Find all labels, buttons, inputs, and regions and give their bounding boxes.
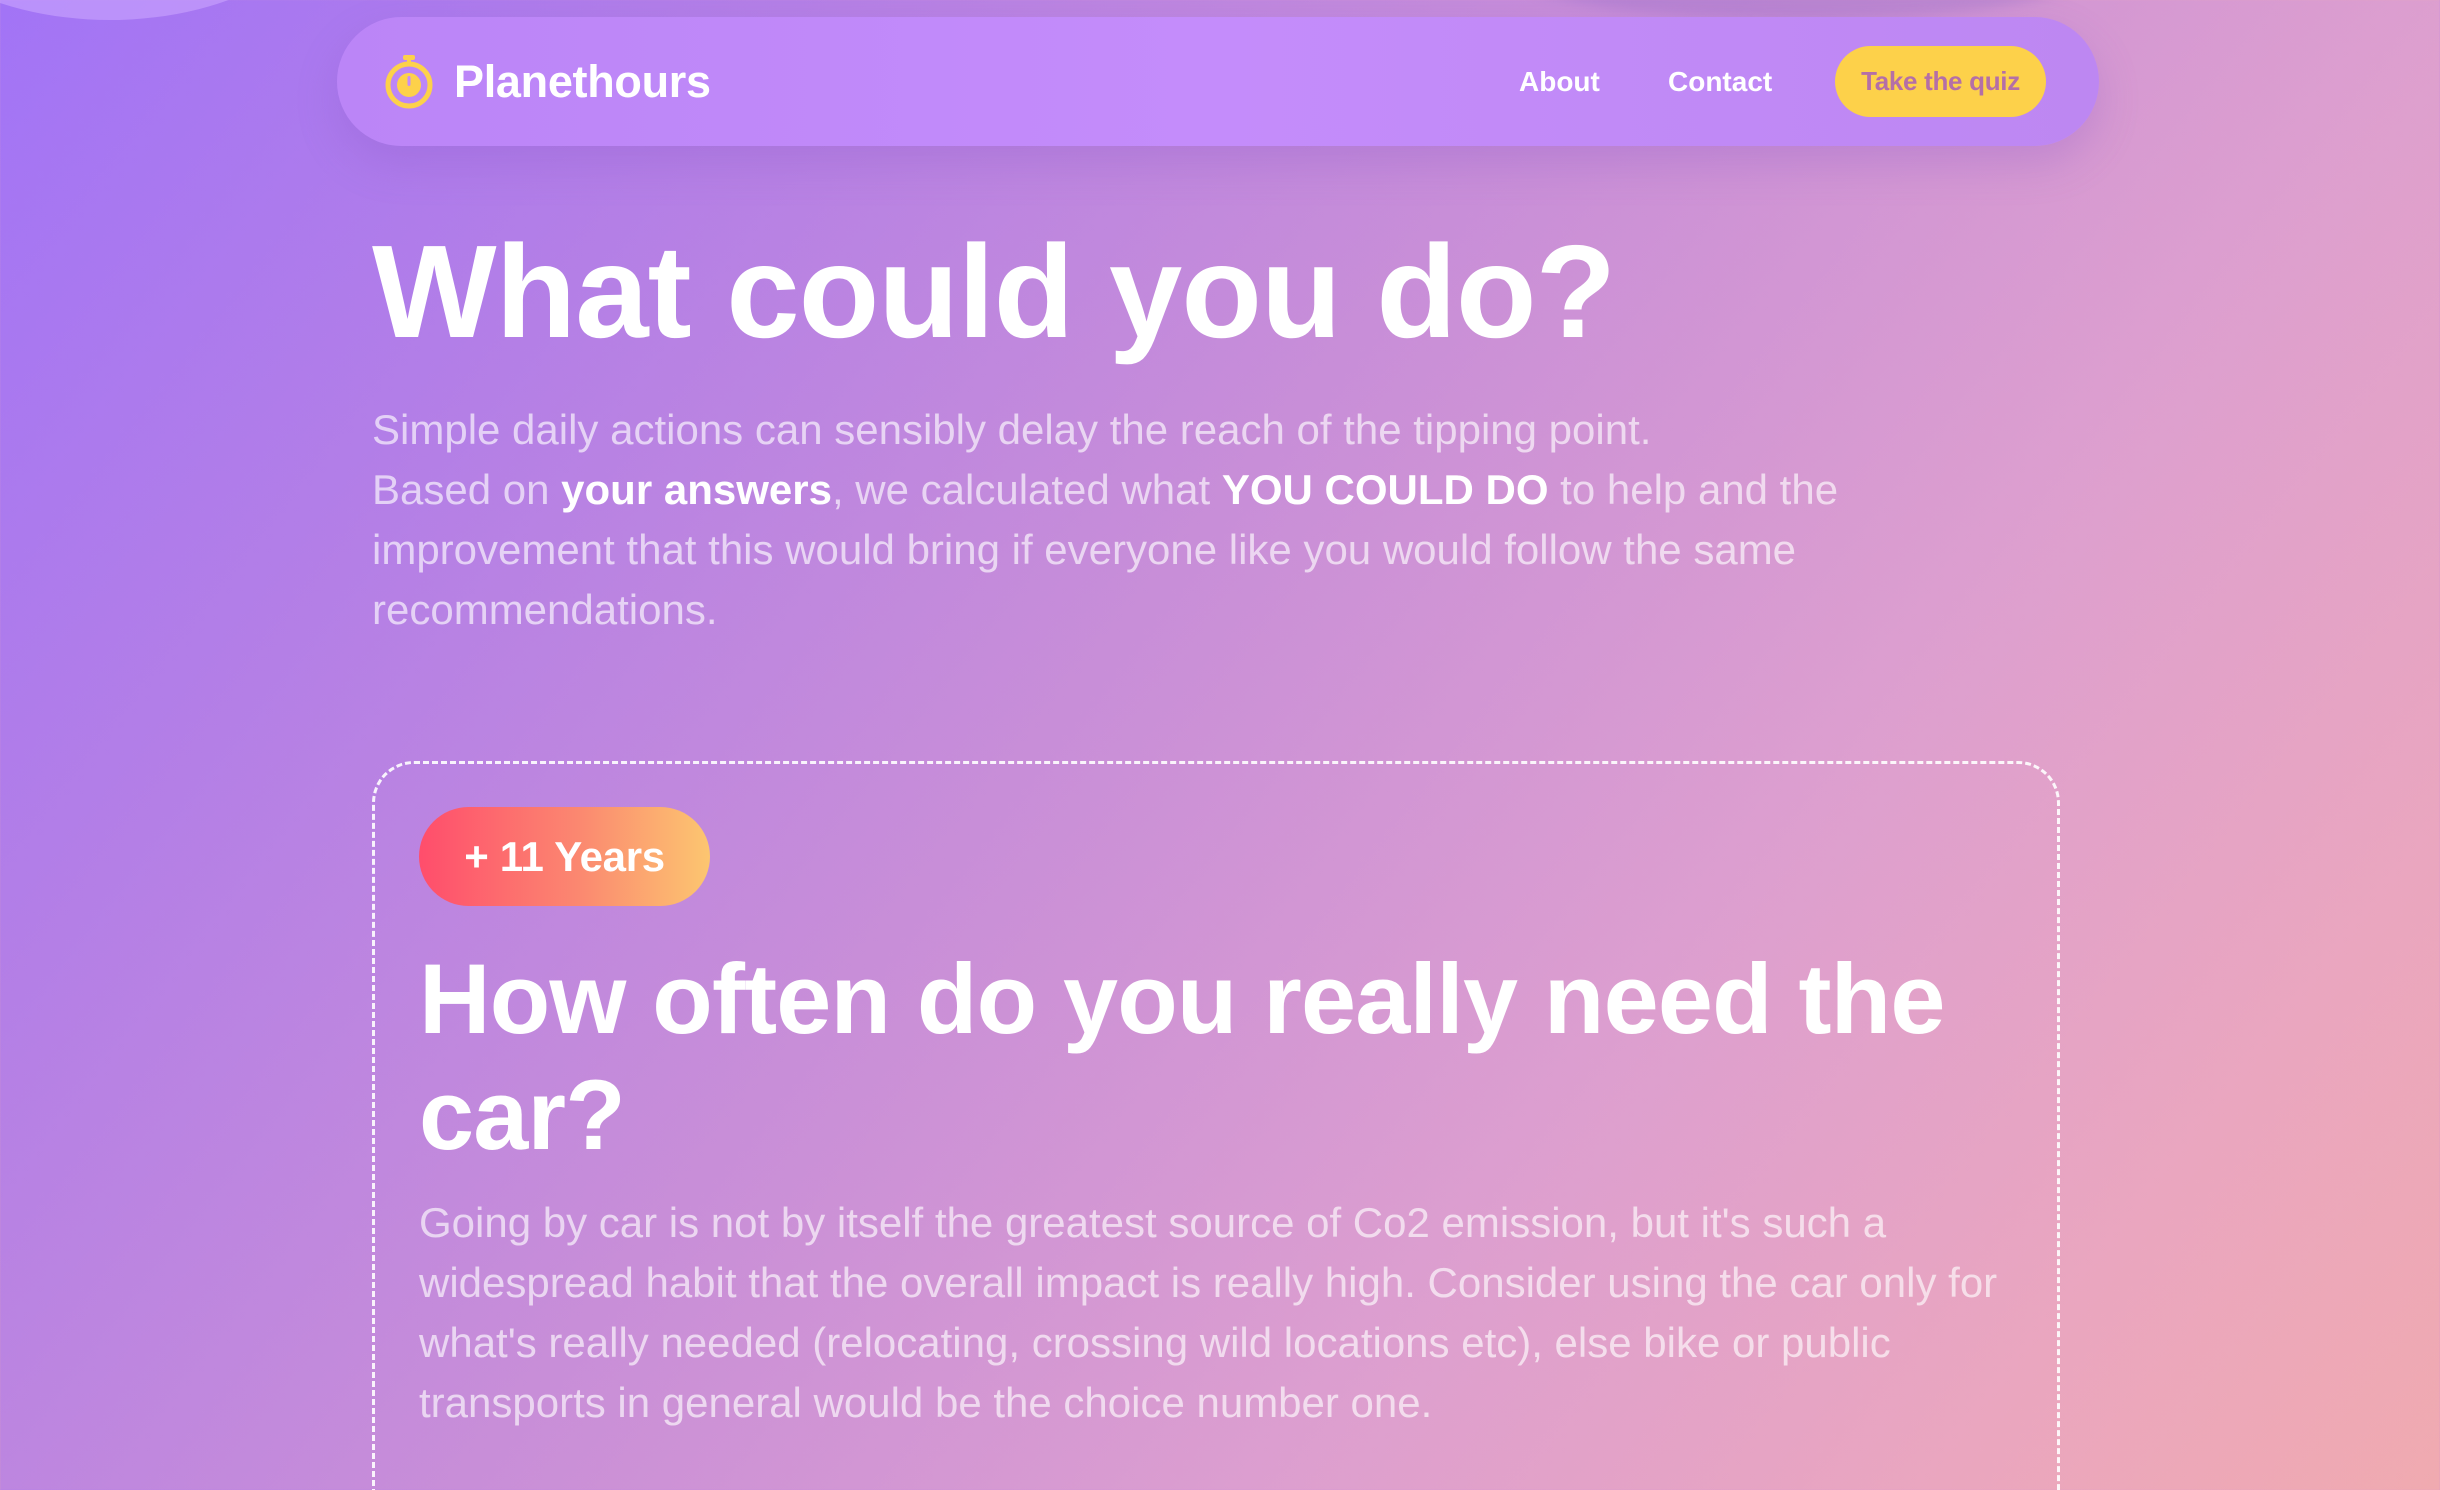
intro-line-1: Simple daily actions can sensibly delay … <box>372 406 1652 453</box>
take-the-quiz-button[interactable]: Take the quiz <box>1835 46 2046 117</box>
background-blob <box>0 0 340 20</box>
intro-text-segment: , we calculated what <box>831 466 1222 513</box>
suggestion-card: + 11 Years How often do you really need … <box>372 761 2060 1490</box>
suggestion-description: Going by car is not by itself the greate… <box>419 1199 1998 1426</box>
intro-text-segment: Based on <box>372 466 562 513</box>
suggestion-title: How often do you really need the car? <box>419 943 1945 1170</box>
nav-link-about[interactable]: About <box>1519 17 1600 146</box>
nav-link-contact[interactable]: Contact <box>1668 17 1772 146</box>
brand-name: Planethours <box>454 55 711 107</box>
intro-emphasis-you-could-do: YOU COULD DO <box>1221 466 1549 513</box>
brand-logo-link[interactable]: Planethours <box>381 17 711 146</box>
stopwatch-icon <box>385 54 433 108</box>
page-title: What could you do? <box>372 218 1616 365</box>
top-navbar: Planethours About Contact Take the quiz <box>337 17 2099 146</box>
intro-line-2: Based on your answers, we calculated wha… <box>372 460 1872 640</box>
years-gained-badge: + 11 Years <box>419 807 710 906</box>
intro-text: Simple daily actions can sensibly delay … <box>372 400 1872 640</box>
intro-emphasis-your-answers: your answers <box>561 466 832 513</box>
